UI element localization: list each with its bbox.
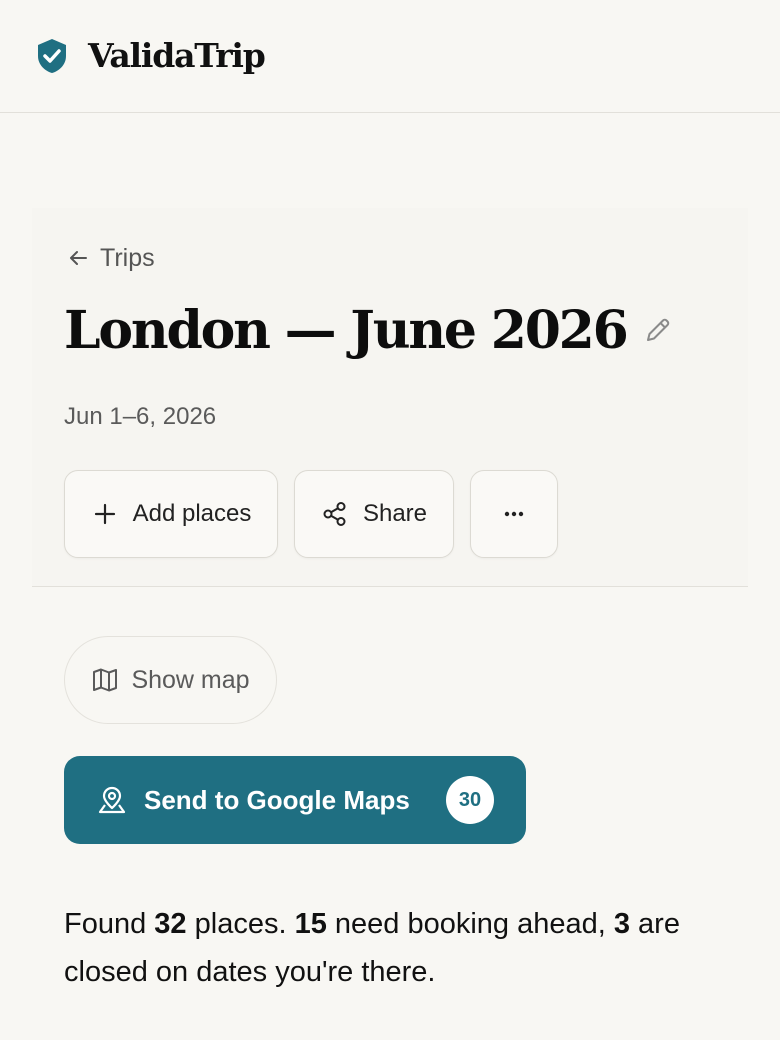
app-header: ValidaTrip xyxy=(0,0,780,113)
summary-text-1: Found xyxy=(64,908,155,940)
add-places-button[interactable]: Add places xyxy=(64,470,278,558)
trip-title: London — June 2026 xyxy=(64,300,629,361)
arrow-left-icon xyxy=(70,251,87,265)
map-icon xyxy=(93,668,118,692)
more-options-button[interactable] xyxy=(470,470,558,558)
verified-check-icon xyxy=(38,39,66,73)
app-logo-text[interactable]: ValidaTrip xyxy=(88,36,266,75)
summary-text-2: places. xyxy=(186,908,295,940)
more-horizontal-icon xyxy=(504,511,524,517)
share-icon xyxy=(323,502,346,526)
share-button[interactable]: Share xyxy=(294,470,454,558)
places-count: 32 xyxy=(154,908,187,940)
share-label: Share xyxy=(362,500,428,527)
closed-count: 3 xyxy=(613,908,630,940)
pencil-edit-icon[interactable] xyxy=(642,314,674,346)
show-map-label: Show map xyxy=(131,665,250,694)
plus-icon xyxy=(94,503,115,525)
booking-count: 15 xyxy=(294,908,327,940)
back-label: Trips xyxy=(100,243,155,272)
send-to-google-maps-button[interactable]: Send to Google Maps 30 xyxy=(64,756,526,844)
add-places-label: Add places xyxy=(132,500,252,527)
trip-summary-text: Found 32 places. 15 need booking ahead, … xyxy=(64,900,724,996)
places-count-badge: 30 xyxy=(446,776,494,824)
send-to-google-maps-label: Send to Google Maps xyxy=(144,784,410,815)
show-map-button[interactable]: Show map xyxy=(64,636,277,724)
summary-text-3: need booking ahead, xyxy=(326,908,614,940)
back-to-trips-link[interactable]: Trips xyxy=(66,243,155,273)
trip-dates: Jun 1–6, 2026 xyxy=(64,403,217,430)
map-pin-icon xyxy=(98,786,126,814)
